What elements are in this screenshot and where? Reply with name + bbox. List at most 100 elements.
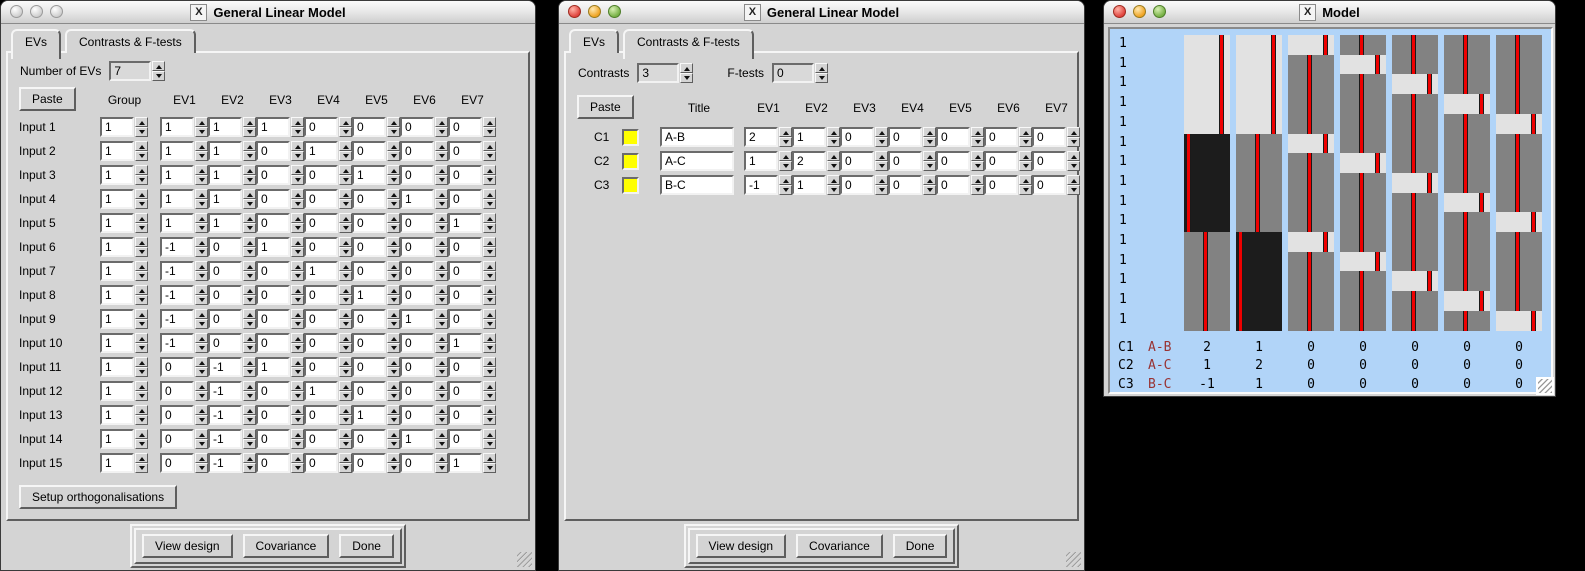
ev4-value-up-button[interactable] [339, 405, 352, 415]
ev3-value-down-button[interactable] [291, 439, 304, 449]
ev1-value-input[interactable]: -1 [160, 237, 194, 257]
ev7-value-input[interactable]: 0 [448, 141, 482, 161]
contrast-ev5-value-input[interactable]: 0 [936, 151, 970, 171]
ev5-value-down-button[interactable] [387, 175, 400, 185]
ev1-value-up-button[interactable] [195, 141, 208, 151]
group-value-down-button[interactable] [135, 175, 148, 185]
ev7-value-input[interactable]: 0 [448, 261, 482, 281]
ev2-value-up-button[interactable] [243, 333, 256, 343]
contrast-ev3-value-input[interactable]: 0 [840, 175, 874, 195]
ev2-value-down-button[interactable] [243, 151, 256, 161]
group-value-input[interactable]: 1 [100, 189, 134, 209]
ev3-value-up-button[interactable] [291, 237, 304, 247]
ev2-value-down-button[interactable] [243, 415, 256, 425]
ev4-value-up-button[interactable] [339, 285, 352, 295]
ev6-value-up-button[interactable] [435, 141, 448, 151]
ev7-value-down-button[interactable] [483, 463, 496, 473]
ev6-value-up-button[interactable] [435, 309, 448, 319]
ev1-value-up-button[interactable] [195, 213, 208, 223]
ev2-value-input[interactable]: 0 [208, 333, 242, 353]
contrast-ev3-value-down-button[interactable] [875, 185, 888, 195]
ev4-value-down-button[interactable] [339, 319, 352, 329]
ev6-value-down-button[interactable] [435, 367, 448, 377]
ev3-value-down-button[interactable] [291, 247, 304, 257]
ev6-value-up-button[interactable] [435, 261, 448, 271]
contrast-ev3-value-input[interactable]: 0 [840, 127, 874, 147]
ev6-value-down-button[interactable] [435, 199, 448, 209]
ev3-value-down-button[interactable] [291, 463, 304, 473]
ev5-value-input[interactable]: 0 [352, 357, 386, 377]
ev4-value-down-button[interactable] [339, 391, 352, 401]
ev4-value-down-button[interactable] [339, 271, 352, 281]
ev2-value-input[interactable]: 0 [208, 309, 242, 329]
contrast-ev4-value-up-button[interactable] [923, 151, 936, 161]
ev4-value-up-button[interactable] [339, 189, 352, 199]
ev5-value-down-button[interactable] [387, 295, 400, 305]
ev7-value-up-button[interactable] [483, 285, 496, 295]
ev2-value-down-button[interactable] [243, 463, 256, 473]
ev6-value-down-button[interactable] [435, 247, 448, 257]
ev7-value-down-button[interactable] [483, 343, 496, 353]
ev5-value-up-button[interactable] [387, 141, 400, 151]
ev4-value-up-button[interactable] [339, 357, 352, 367]
ev1-value-input[interactable]: 1 [160, 117, 194, 137]
ev7-value-input[interactable]: 0 [448, 429, 482, 449]
group-value-down-button[interactable] [135, 319, 148, 329]
ftests-input[interactable]: 0 [772, 63, 814, 83]
ev6-value-input[interactable]: 1 [400, 189, 434, 209]
minimize-button[interactable] [1133, 5, 1146, 18]
contrast-ev6-value-input[interactable]: 0 [984, 175, 1018, 195]
spin-up-button[interactable] [680, 63, 693, 73]
ev4-value-up-button[interactable] [339, 309, 352, 319]
zoom-button[interactable] [608, 5, 621, 18]
ev6-value-up-button[interactable] [435, 237, 448, 247]
ev6-value-down-button[interactable] [435, 391, 448, 401]
ev6-value-up-button[interactable] [435, 165, 448, 175]
ev3-value-up-button[interactable] [291, 141, 304, 151]
ev4-value-input[interactable]: 0 [304, 309, 338, 329]
ev4-value-input[interactable]: 0 [304, 237, 338, 257]
ev4-value-down-button[interactable] [339, 175, 352, 185]
ev5-value-up-button[interactable] [387, 405, 400, 415]
ev5-value-down-button[interactable] [387, 463, 400, 473]
ev5-value-input[interactable]: 0 [352, 141, 386, 161]
ev4-value-input[interactable]: 0 [304, 405, 338, 425]
ev6-value-up-button[interactable] [435, 285, 448, 295]
close-button[interactable] [568, 5, 581, 18]
contrast-ev4-value-down-button[interactable] [923, 161, 936, 171]
ev3-value-down-button[interactable] [291, 127, 304, 137]
ev7-value-input[interactable]: 0 [448, 237, 482, 257]
ev4-value-up-button[interactable] [339, 333, 352, 343]
ev7-value-down-button[interactable] [483, 151, 496, 161]
ev4-value-down-button[interactable] [339, 223, 352, 233]
ev6-value-input[interactable]: 0 [400, 405, 434, 425]
ev3-value-down-button[interactable] [291, 271, 304, 281]
group-value-input[interactable]: 1 [100, 213, 134, 233]
ev2-value-up-button[interactable] [243, 381, 256, 391]
group-value-up-button[interactable] [135, 357, 148, 367]
contrast-ev2-value-up-button[interactable] [827, 151, 840, 161]
ev2-value-input[interactable]: -1 [208, 381, 242, 401]
group-value-input[interactable]: 1 [100, 333, 134, 353]
ev7-value-input[interactable]: 0 [448, 381, 482, 401]
ev1-value-down-button[interactable] [195, 271, 208, 281]
group-value-input[interactable]: 1 [100, 117, 134, 137]
ev3-value-input[interactable]: 0 [256, 453, 290, 473]
ev3-value-up-button[interactable] [291, 381, 304, 391]
spin-up-button[interactable] [152, 61, 165, 71]
ev7-value-input[interactable]: 1 [448, 213, 482, 233]
group-value-input[interactable]: 1 [100, 237, 134, 257]
ev4-value-up-button[interactable] [339, 237, 352, 247]
ev4-value-up-button[interactable] [339, 381, 352, 391]
contrast-ev5-value-input[interactable]: 0 [936, 175, 970, 195]
view-design-button[interactable]: View design [142, 534, 233, 558]
contrast-ev1-value-input[interactable]: -1 [744, 175, 778, 195]
resize-grip[interactable] [1066, 552, 1081, 567]
ev1-value-down-button[interactable] [195, 439, 208, 449]
contrast-ev2-value-input[interactable]: 1 [792, 175, 826, 195]
ev3-value-down-button[interactable] [291, 367, 304, 377]
ev5-value-down-button[interactable] [387, 151, 400, 161]
ev5-value-down-button[interactable] [387, 367, 400, 377]
ev1-value-down-button[interactable] [195, 295, 208, 305]
ev1-value-input[interactable]: 1 [160, 141, 194, 161]
